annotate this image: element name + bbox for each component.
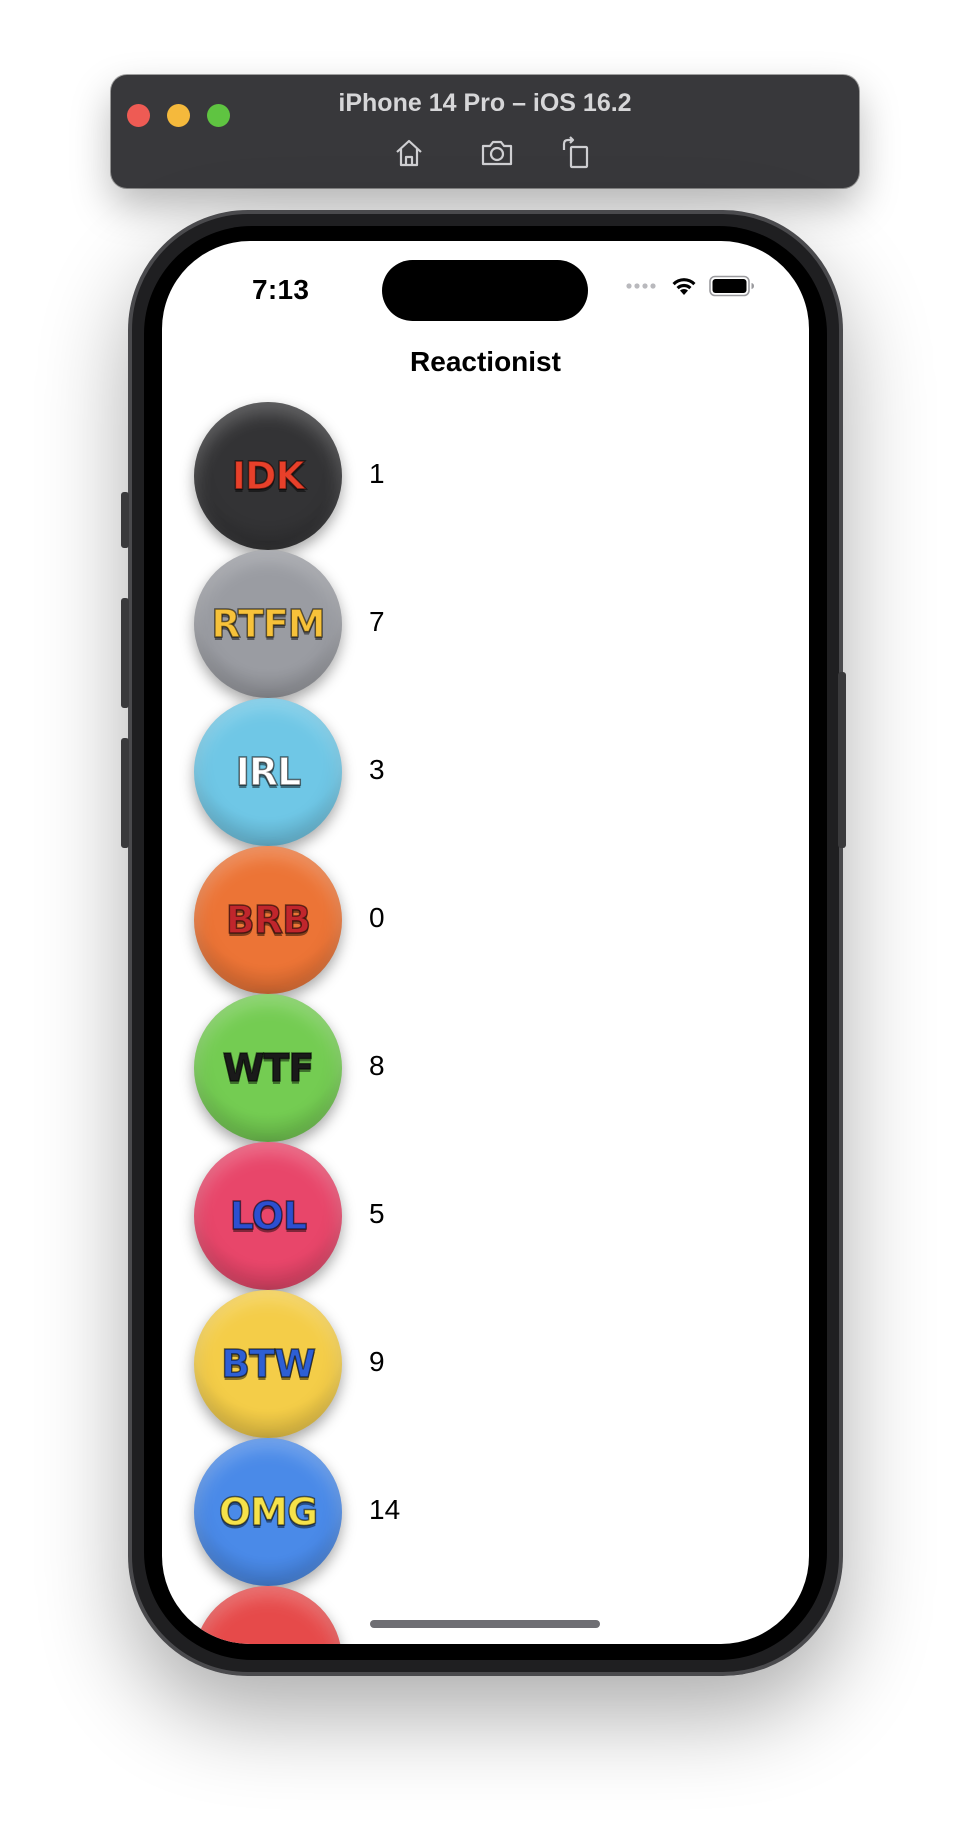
- reaction-row[interactable]: IDK 1: [194, 402, 754, 550]
- reaction-label: LOL: [229, 1193, 308, 1239]
- reaction-count: 0: [369, 902, 385, 933]
- reaction-label: WTF: [222, 1045, 315, 1091]
- reaction-count: 9: [369, 1346, 385, 1377]
- reaction-count: 5: [369, 1198, 385, 1229]
- simulator-title: iPhone 14 Pro – iOS 16.2: [338, 89, 632, 117]
- reaction-row[interactable]: OMG 14: [194, 1438, 754, 1586]
- reaction-badge[interactable]: LOL: [194, 1142, 342, 1290]
- volume-down-button: [121, 738, 129, 848]
- reaction-count: 14: [369, 1494, 401, 1525]
- reaction-label: BTW: [220, 1341, 316, 1387]
- reaction-badge[interactable]: WTF: [194, 994, 342, 1142]
- reaction-count: 1: [369, 458, 385, 489]
- screenshot-icon[interactable]: [480, 136, 514, 170]
- wifi-icon: [669, 275, 699, 297]
- reaction-label: IRL: [235, 749, 302, 795]
- reaction-label: IDK: [231, 453, 306, 499]
- battery-icon: [709, 275, 755, 297]
- dynamic-island: [382, 260, 588, 321]
- reaction-row[interactable]: BRB 0: [194, 846, 754, 994]
- reaction-count: 3: [369, 754, 385, 785]
- reaction-row[interactable]: RTFM 7: [194, 550, 754, 698]
- reaction-badge[interactable]: OMG: [194, 1438, 342, 1586]
- device-screen: 7:13 Reactionist IDK 1 RTFM 7 IRL 3 BRB …: [162, 241, 809, 1644]
- home-indicator[interactable]: [370, 1620, 600, 1628]
- reaction-row[interactable]: IRL 3: [194, 698, 754, 846]
- action-button: [121, 492, 129, 548]
- status-indicators: [625, 275, 755, 297]
- reaction-badge[interactable]: RTFM: [194, 550, 342, 698]
- reaction-label: RTFM: [211, 601, 327, 647]
- reaction-badge[interactable]: [194, 1586, 342, 1644]
- power-button: [838, 672, 846, 848]
- reaction-badge[interactable]: BRB: [194, 846, 342, 994]
- reaction-count: 8: [369, 1050, 385, 1081]
- status-time: 7:13: [252, 274, 310, 305]
- reaction-row[interactable]: LOL 5: [194, 1142, 754, 1290]
- volume-up-button: [121, 598, 129, 708]
- cellular-signal-icon: [625, 281, 659, 291]
- reaction-badge[interactable]: IRL: [194, 698, 342, 846]
- reaction-label: OMG: [218, 1489, 319, 1535]
- reaction-row[interactable]: [194, 1586, 754, 1644]
- reaction-count: 7: [369, 606, 385, 637]
- reaction-row[interactable]: WTF 8: [194, 994, 754, 1142]
- home-icon[interactable]: [392, 136, 426, 170]
- reaction-label: BRB: [225, 897, 312, 943]
- reaction-badge[interactable]: BTW: [194, 1290, 342, 1438]
- reaction-badge[interactable]: IDK: [194, 402, 342, 550]
- rotate-icon[interactable]: [559, 136, 593, 170]
- navigation-title: Reactionist: [410, 346, 561, 377]
- reaction-row[interactable]: BTW 9: [194, 1290, 754, 1438]
